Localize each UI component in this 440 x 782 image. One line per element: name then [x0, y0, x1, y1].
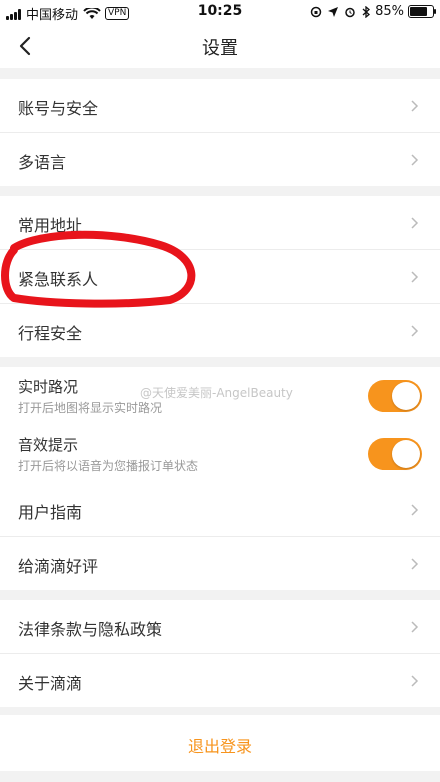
alarm-icon [345, 7, 355, 17]
battery-icon [408, 5, 436, 18]
toggle-label: 音效提示 [18, 436, 79, 454]
settings-group-guide: 用户指南 给滴滴好评 [0, 483, 440, 590]
settings-item-label: 关于滴滴 [18, 674, 83, 693]
settings-group-addresses: 常用地址 紧急联系人 行程安全 [0, 196, 440, 357]
location-icon [328, 6, 339, 17]
nav-bar: 设置 [0, 24, 440, 68]
settings-item-user-guide[interactable]: 用户指南 [0, 483, 440, 537]
bluetooth-icon [362, 5, 371, 18]
settings-item-label: 多语言 [18, 153, 67, 172]
chevron-right-icon [411, 217, 419, 229]
settings-item-about[interactable]: 关于滴滴 [0, 654, 440, 707]
settings-item-label: 行程安全 [18, 324, 83, 343]
chevron-right-icon [411, 558, 419, 570]
settings-item-label: 用户指南 [18, 503, 83, 522]
settings-group-legal: 法律条款与隐私政策 关于滴滴 [0, 600, 440, 707]
chevron-right-icon [411, 154, 419, 166]
settings-item-legal-privacy[interactable]: 法律条款与隐私政策 [0, 600, 440, 654]
chevron-right-icon [411, 675, 419, 687]
settings-item-emergency-contact[interactable]: 紧急联系人 [0, 250, 440, 304]
orientation-lock-icon [310, 6, 322, 17]
settings-item-rate-app[interactable]: 给滴滴好评 [0, 537, 440, 590]
settings-item-language[interactable]: 多语言 [0, 133, 440, 186]
logout-button[interactable]: 退出登录 [0, 715, 440, 771]
page-title: 设置 [202, 38, 238, 59]
battery-percent: 85% [375, 4, 404, 19]
logout-label: 退出登录 [187, 737, 252, 756]
settings-item-label: 法律条款与隐私政策 [18, 620, 163, 639]
chevron-right-icon [411, 621, 419, 633]
realtime-traffic-toggle[interactable] [368, 380, 422, 412]
settings-item-account-security[interactable]: 账号与安全 [0, 79, 440, 133]
settings-item-label: 紧急联系人 [18, 270, 99, 289]
settings-item-trip-safety[interactable]: 行程安全 [0, 304, 440, 357]
settings-item-label: 给滴滴好评 [18, 557, 99, 576]
toggle-knob [392, 440, 420, 468]
chevron-right-icon [411, 271, 419, 283]
chevron-right-icon [411, 325, 419, 337]
toggle-label: 实时路况 [18, 378, 79, 396]
watermark: @天使爱美丽-AngelBeauty [140, 386, 293, 400]
settings-item-label: 账号与安全 [18, 99, 99, 118]
settings-group-account: 账号与安全 多语言 [0, 79, 440, 186]
chevron-right-icon [411, 504, 419, 516]
toggle-description: 打开后地图将显示实时路况 [18, 401, 163, 415]
chevron-right-icon [411, 100, 419, 112]
status-bar: 中国移动 VPN 10:25 85% [0, 0, 440, 24]
status-right: 85% [310, 4, 436, 19]
toggle-description: 打开后将以语音为您播报订单状态 [18, 459, 199, 473]
settings-item-label: 常用地址 [18, 216, 83, 235]
sound-prompt-toggle[interactable] [368, 438, 422, 470]
settings-item-common-address[interactable]: 常用地址 [0, 196, 440, 250]
toggle-knob [392, 382, 420, 410]
settings-item-sound-prompt: 音效提示 打开后将以语音为您播报订单状态 [0, 425, 440, 483]
